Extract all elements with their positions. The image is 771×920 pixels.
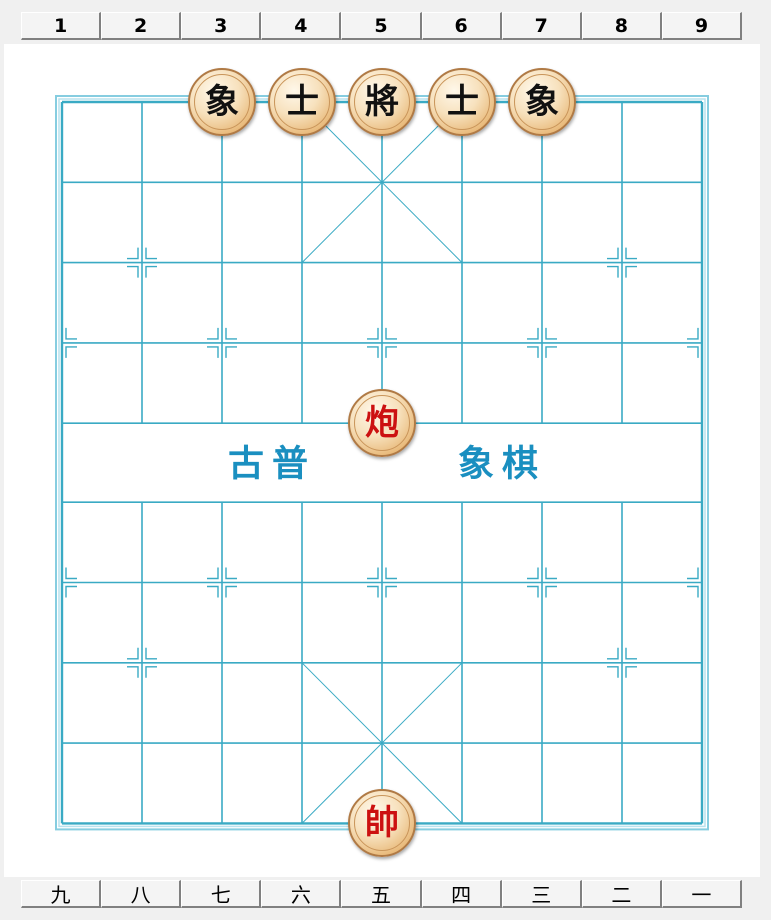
position-mark [207,327,219,340]
position-mark [527,567,539,580]
piece-label: 將 [354,74,410,130]
piece-label: 象 [194,74,250,130]
position-mark [385,327,397,340]
top-file-label-9[interactable]: 9 [661,12,742,40]
black-advisor-right-piece[interactable]: 士 [428,68,496,136]
river-text-right: 象棋 [458,444,546,485]
top-file-label-5[interactable]: 5 [341,12,422,40]
position-mark [687,327,699,340]
position-mark [607,647,619,660]
position-mark [527,327,539,340]
position-mark [225,585,237,598]
position-mark [225,327,237,340]
position-mark [207,346,219,358]
top-file-label-2[interactable]: 2 [101,12,182,40]
position-mark [145,265,157,278]
piece-label: 象 [514,74,570,130]
position-mark [385,585,397,598]
black-elephant-left-piece[interactable]: 象 [188,68,256,136]
position-mark [625,666,637,678]
position-mark [527,585,539,598]
position-mark [207,567,219,580]
position-mark [65,327,77,340]
top-file-labels: 123456789 [21,12,742,40]
bottom-file-label-1[interactable]: 九 [21,880,102,908]
position-mark [65,585,77,598]
bottom-file-label-8[interactable]: 二 [581,880,662,908]
position-mark [367,327,379,340]
position-mark [527,346,539,358]
position-mark [625,647,637,660]
position-mark [385,346,397,358]
position-mark [607,247,619,260]
position-mark [545,346,557,358]
bottom-file-label-2[interactable]: 八 [101,880,182,908]
position-mark [65,346,77,358]
red-cannon-piece[interactable]: 炮 [348,389,416,458]
position-mark [145,666,157,678]
position-mark [385,567,397,580]
xiangqi-board[interactable]: 古普 象棋 象士將士象炮帥 [4,44,760,877]
position-mark [687,346,699,358]
river-text-left: 古普 [228,444,316,485]
position-mark [607,666,619,678]
position-mark [625,265,637,278]
red-marshal-piece[interactable]: 帥 [348,789,416,858]
bottom-file-label-9[interactable]: 一 [661,880,742,908]
black-advisor-left-piece[interactable]: 士 [268,68,336,136]
piece-label: 帥 [354,795,410,852]
bottom-file-labels: 九八七六五四三二一 [21,880,742,908]
position-mark [127,647,139,660]
position-mark [367,346,379,358]
position-mark [225,567,237,580]
top-file-label-3[interactable]: 3 [181,12,262,40]
position-mark [625,247,637,260]
position-mark [687,567,699,580]
piece-label: 士 [434,74,490,130]
position-mark [127,265,139,278]
position-mark [145,647,157,660]
position-mark [127,666,139,678]
piece-label: 炮 [354,395,410,452]
top-file-label-4[interactable]: 4 [261,12,342,40]
position-mark [65,567,77,580]
bottom-file-label-6[interactable]: 四 [421,880,502,908]
position-mark [127,247,139,260]
position-mark [687,585,699,598]
black-general-piece[interactable]: 將 [348,68,416,136]
top-file-label-6[interactable]: 6 [421,12,502,40]
position-mark [607,265,619,278]
position-mark [545,327,557,340]
top-file-label-8[interactable]: 8 [581,12,662,40]
bottom-file-label-4[interactable]: 六 [261,880,342,908]
top-file-label-1[interactable]: 1 [21,12,102,40]
position-mark [367,585,379,598]
black-elephant-right-piece[interactable]: 象 [508,68,576,136]
position-mark [367,567,379,580]
bottom-file-label-7[interactable]: 三 [501,880,582,908]
bottom-file-label-5[interactable]: 五 [341,880,422,908]
position-mark [545,585,557,598]
position-mark [207,585,219,598]
position-mark [545,567,557,580]
position-mark [145,247,157,260]
bottom-file-label-3[interactable]: 七 [181,880,262,908]
position-mark [225,346,237,358]
top-file-label-7[interactable]: 7 [501,12,582,40]
piece-label: 士 [274,74,330,130]
board-grid: 古普 象棋 [55,95,709,831]
